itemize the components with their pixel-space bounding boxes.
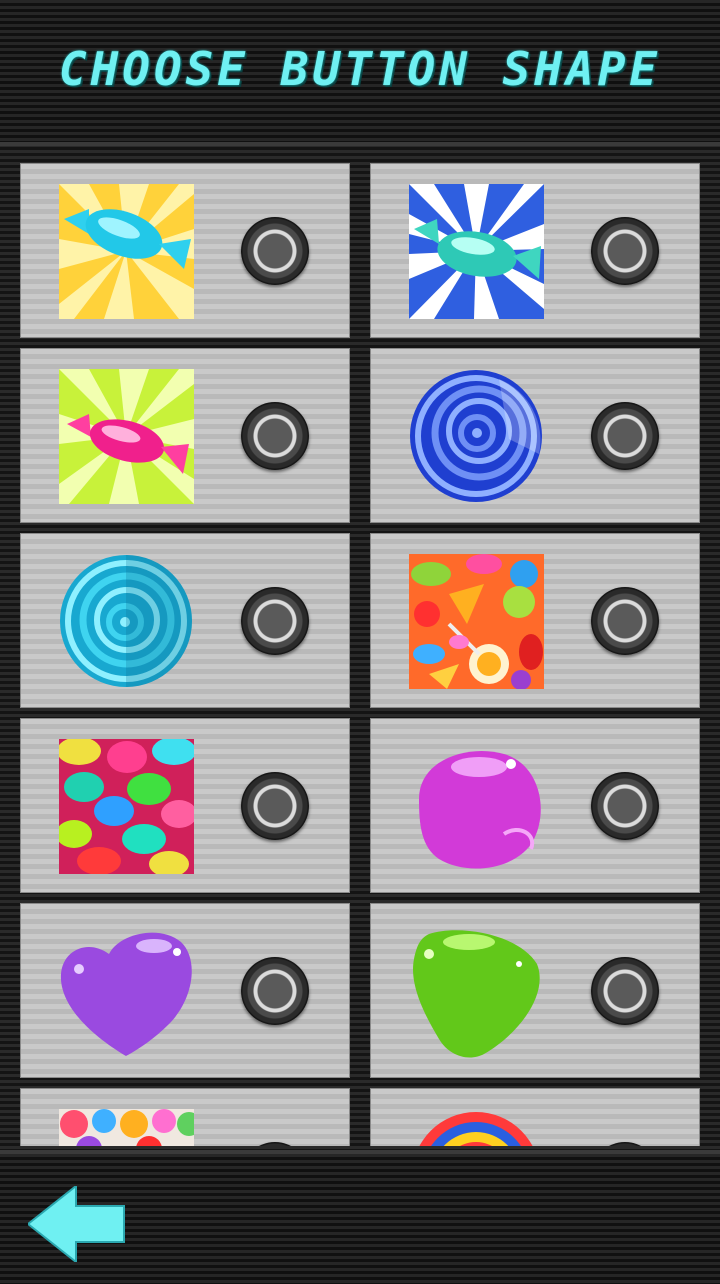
blue-swirl-lollipop-icon xyxy=(409,369,544,504)
radio-button[interactable] xyxy=(241,587,309,655)
shape-option-9[interactable] xyxy=(20,903,350,1078)
wrapped-candy-teal-on-blue-icon xyxy=(409,184,544,319)
shape-option-8[interactable] xyxy=(370,718,700,893)
back-button[interactable] xyxy=(26,1183,128,1265)
striped-ball-candy-icon xyxy=(409,1109,544,1146)
shape-option-6[interactable] xyxy=(370,533,700,708)
page-title: CHOOSE BUTTON SHAPE xyxy=(58,42,662,96)
header-bar: CHOOSE BUTTON SHAPE xyxy=(0,0,720,146)
radio-button[interactable] xyxy=(241,957,309,1025)
lollipop-candy-pattern-icon xyxy=(59,1109,194,1146)
magenta-jelly-drop-icon xyxy=(409,739,544,874)
radio-button[interactable] xyxy=(591,587,659,655)
shape-option-2[interactable] xyxy=(370,163,700,338)
shape-option-12[interactable] xyxy=(370,1088,700,1146)
radio-button[interactable] xyxy=(241,1142,309,1146)
shape-option-4[interactable] xyxy=(370,348,700,523)
radio-button[interactable] xyxy=(241,772,309,840)
cyan-swirl-lollipop-icon xyxy=(59,554,194,689)
radio-button[interactable] xyxy=(591,402,659,470)
radio-button[interactable] xyxy=(591,957,659,1025)
shape-option-7[interactable] xyxy=(20,718,350,893)
shape-option-3[interactable] xyxy=(20,348,350,523)
back-arrow-icon xyxy=(26,1183,125,1265)
colorful-gumballs-icon xyxy=(59,739,194,874)
shape-options-list[interactable] xyxy=(0,146,720,1146)
radio-button[interactable] xyxy=(591,772,659,840)
radio-button[interactable] xyxy=(241,402,309,470)
radio-button[interactable] xyxy=(241,217,309,285)
wrapped-candy-pink-on-green-icon xyxy=(59,369,194,504)
shape-option-5[interactable] xyxy=(20,533,350,708)
green-jelly-drop-icon xyxy=(409,924,544,1059)
shape-option-10[interactable] xyxy=(370,903,700,1078)
radio-button[interactable] xyxy=(591,217,659,285)
wrapped-candy-blue-on-yellow-icon xyxy=(59,184,194,319)
radio-button[interactable] xyxy=(591,1142,659,1146)
candy-mix-pattern-icon xyxy=(409,554,544,689)
purple-jelly-heart-icon xyxy=(59,924,194,1059)
shape-option-11[interactable] xyxy=(20,1088,350,1146)
shape-option-1[interactable] xyxy=(20,163,350,338)
